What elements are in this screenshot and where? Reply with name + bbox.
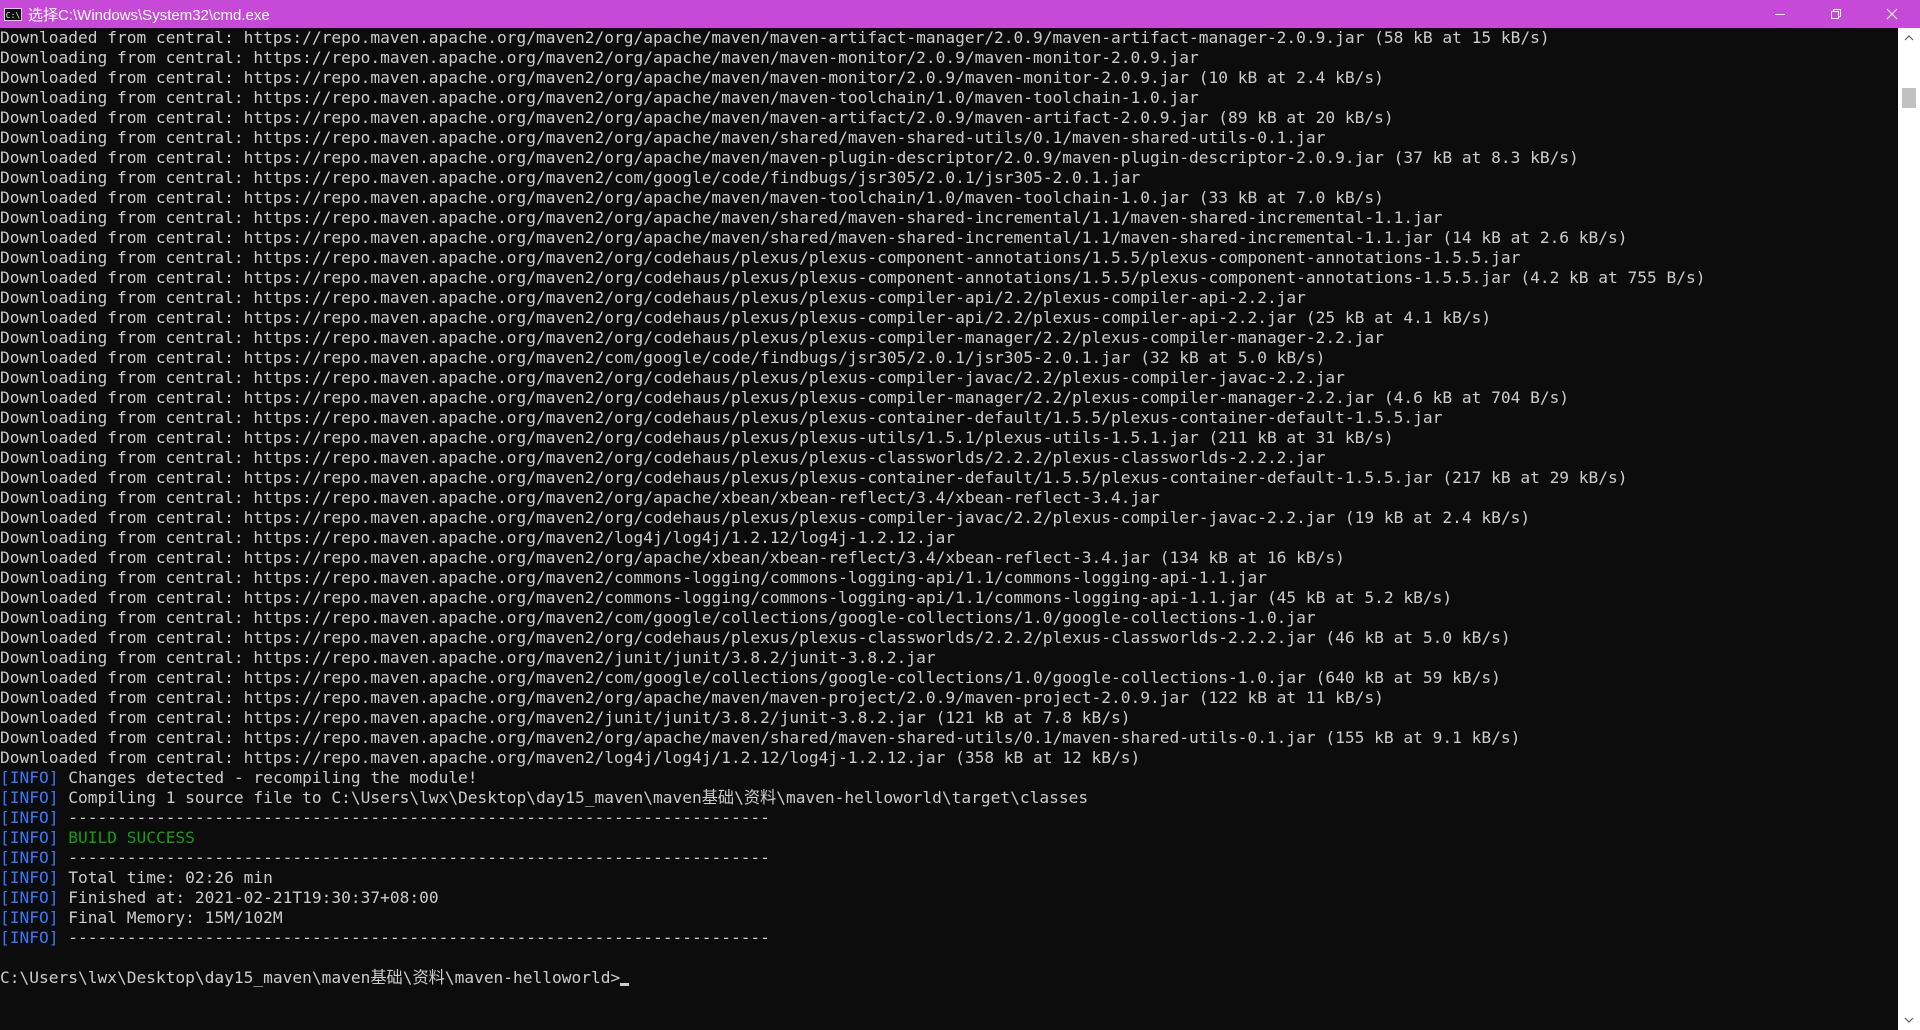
info-line: [INFO] ---------------------------------…	[0, 848, 1898, 868]
info-line: [INFO] ---------------------------------…	[0, 808, 1898, 828]
info-tag: [INFO]	[0, 788, 59, 807]
info-line: [INFO] Final Memory: 15M/102M	[0, 908, 1898, 928]
scroll-down-button[interactable]	[1898, 1010, 1920, 1030]
restore-icon	[1831, 9, 1841, 19]
log-line: Downloaded from central: https://repo.ma…	[0, 348, 1326, 367]
info-tag: [INFO]	[0, 908, 59, 927]
minimize-icon	[1775, 14, 1785, 15]
info-line: [INFO] Compiling 1 source file to C:\Use…	[0, 788, 1898, 808]
info-text: ----------------------------------------…	[68, 928, 770, 947]
log-line: Downloaded from central: https://repo.ma…	[0, 268, 1706, 287]
info-line: [INFO] Total time: 02:26 min	[0, 868, 1898, 888]
info-tag: [INFO]	[0, 848, 59, 867]
info-text: ----------------------------------------…	[68, 808, 770, 827]
log-line: Downloaded from central: https://repo.ma…	[0, 228, 1628, 247]
log-line: Downloading from central: https://repo.m…	[0, 568, 1267, 587]
log-line: Downloading from central: https://repo.m…	[0, 328, 1384, 347]
log-line: Downloading from central: https://repo.m…	[0, 608, 1316, 627]
log-line: Downloading from central: https://repo.m…	[0, 488, 1160, 507]
info-line: [INFO] Finished at: 2021-02-21T19:30:37+…	[0, 888, 1898, 908]
info-tag: [INFO]	[0, 828, 59, 847]
log-line: Downloaded from central: https://repo.ma…	[0, 28, 1550, 47]
log-line: Downloaded from central: https://repo.ma…	[0, 588, 1453, 607]
log-line: Downloaded from central: https://repo.ma…	[0, 708, 1131, 727]
log-line: Downloaded from central: https://repo.ma…	[0, 308, 1492, 327]
close-button[interactable]	[1864, 0, 1920, 28]
info-text: Changes detected - recompiling the modul…	[68, 768, 478, 787]
log-line: Downloaded from central: https://repo.ma…	[0, 388, 1570, 407]
log-line: Downloading from central: https://repo.m…	[0, 648, 936, 667]
log-line: Downloaded from central: https://repo.ma…	[0, 628, 1511, 647]
cmd-window: C:\ 选择C:\Windows\System32\cmd.exe Downlo…	[0, 0, 1920, 1030]
vertical-scrollbar[interactable]	[1898, 28, 1920, 1030]
info-line: [INFO] ---------------------------------…	[0, 928, 1898, 948]
log-line: Downloaded from central: https://repo.ma…	[0, 468, 1628, 487]
build-success-text: BUILD SUCCESS	[68, 828, 195, 847]
scroll-up-button[interactable]	[1898, 28, 1920, 48]
scroll-down-arrow-icon	[1904, 1017, 1914, 1023]
log-line: Downloaded from central: https://repo.ma…	[0, 188, 1384, 207]
restore-button[interactable]	[1808, 0, 1864, 28]
text-cursor	[620, 983, 630, 986]
log-line: Downloading from central: https://repo.m…	[0, 448, 1326, 467]
info-text: Total time: 02:26 min	[68, 868, 273, 887]
log-line: Downloading from central: https://repo.m…	[0, 528, 956, 547]
info-line: [INFO] Changes detected - recompiling th…	[0, 768, 1898, 788]
info-tag: [INFO]	[0, 768, 59, 787]
log-line: Downloading from central: https://repo.m…	[0, 208, 1443, 227]
log-line: Downloaded from central: https://repo.ma…	[0, 148, 1579, 167]
log-line: Downloaded from central: https://repo.ma…	[0, 428, 1394, 447]
scroll-up-arrow-icon	[1904, 35, 1914, 41]
log-line: Downloading from central: https://repo.m…	[0, 368, 1345, 387]
close-icon	[1886, 8, 1898, 20]
build-info-log: [INFO] Changes detected - recompiling th…	[0, 768, 1898, 948]
log-line: Downloading from central: https://repo.m…	[0, 168, 1141, 187]
info-text: Final Memory: 15M/102M	[68, 908, 283, 927]
console-output[interactable]: Downloaded from central: https://repo.ma…	[0, 28, 1898, 1030]
command-prompt-line[interactable]: C:\Users\lwx\Desktop\day15_maven\maven基础…	[0, 968, 1898, 988]
scroll-thumb[interactable]	[1902, 88, 1916, 108]
log-line: Downloaded from central: https://repo.ma…	[0, 748, 1141, 767]
log-line: Downloaded from central: https://repo.ma…	[0, 688, 1384, 707]
window-title: 选择C:\Windows\System32\cmd.exe	[28, 6, 270, 24]
log-line: Downloaded from central: https://repo.ma…	[0, 108, 1394, 127]
log-line: Downloading from central: https://repo.m…	[0, 288, 1306, 307]
info-tag: [INFO]	[0, 888, 59, 907]
info-text: ----------------------------------------…	[68, 848, 770, 867]
info-line: [INFO] BUILD SUCCESS	[0, 828, 1898, 848]
log-line: Downloading from central: https://repo.m…	[0, 248, 1521, 267]
log-line: Downloaded from central: https://repo.ma…	[0, 548, 1345, 567]
info-tag: [INFO]	[0, 808, 59, 827]
window-controls	[1752, 0, 1920, 28]
log-line: Downloaded from central: https://repo.ma…	[0, 728, 1521, 747]
minimize-button[interactable]	[1752, 0, 1808, 28]
cmd-icon: C:\	[4, 7, 22, 21]
log-line: Downloading from central: https://repo.m…	[0, 88, 1199, 107]
info-text: Compiling 1 source file to C:\Users\lwx\…	[68, 788, 1089, 807]
command-prompt: C:\Users\lwx\Desktop\day15_maven\maven基础…	[0, 968, 621, 987]
log-line: Downloading from central: https://repo.m…	[0, 128, 1326, 147]
log-line: Downloaded from central: https://repo.ma…	[0, 508, 1531, 527]
log-line: Downloaded from central: https://repo.ma…	[0, 68, 1384, 87]
download-log: Downloaded from central: https://repo.ma…	[0, 28, 1898, 768]
info-text: Finished at: 2021-02-21T19:30:37+08:00	[68, 888, 439, 907]
info-tag: [INFO]	[0, 868, 59, 887]
log-line: Downloading from central: https://repo.m…	[0, 48, 1199, 67]
title-bar[interactable]: C:\ 选择C:\Windows\System32\cmd.exe	[0, 0, 1920, 28]
info-tag: [INFO]	[0, 928, 59, 947]
log-line: Downloaded from central: https://repo.ma…	[0, 668, 1501, 687]
log-line: Downloading from central: https://repo.m…	[0, 408, 1443, 427]
